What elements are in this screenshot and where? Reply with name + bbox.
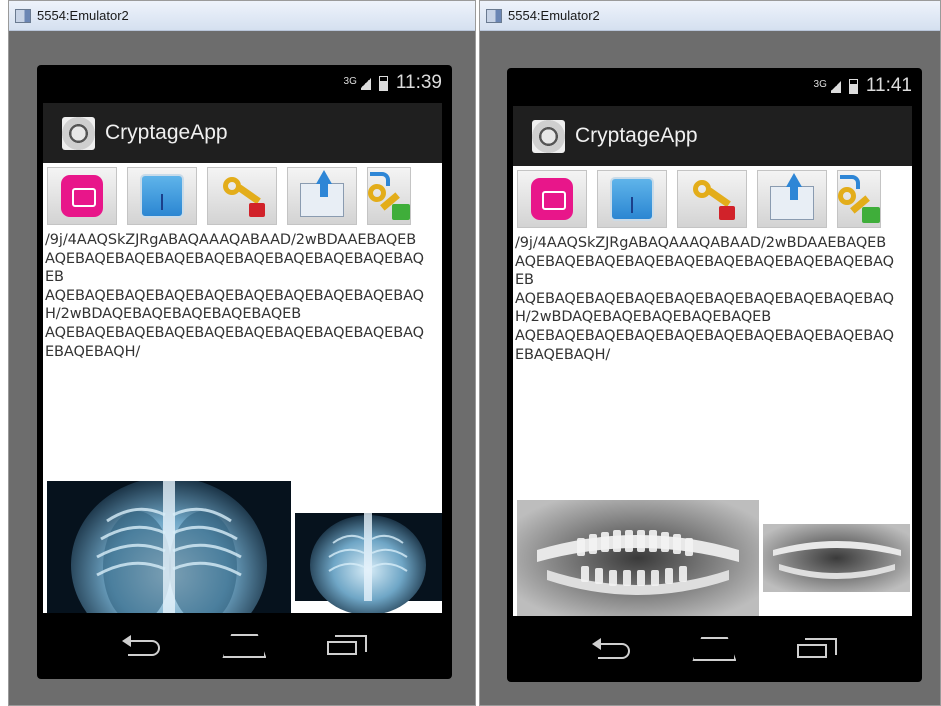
status-bar: 3G 11:41 — [507, 68, 922, 104]
decrypt-button[interactable] — [367, 167, 411, 225]
chest-xray-original — [47, 481, 442, 613]
action-bar: CryptageApp — [513, 106, 912, 166]
decrypt-button[interactable] — [837, 170, 881, 228]
emulator-window-left: 5554:Emulator2 3G 11:39 CryptageApp /9j/… — [8, 0, 476, 706]
gallery-icon — [140, 174, 184, 218]
encrypt-button[interactable] — [677, 170, 747, 228]
battery-icon — [848, 78, 858, 94]
window-title: 5554:Emulator2 — [37, 8, 129, 23]
toolbar — [43, 163, 442, 225]
app-screen: CryptageApp /9j/4AAQSkZJRgABAQAAAQABAAD/… — [43, 103, 442, 613]
camera-icon — [61, 175, 103, 217]
navigation-bar — [37, 613, 452, 679]
signal-icon — [360, 76, 371, 90]
gallery-button[interactable] — [127, 167, 197, 225]
send-mail-button[interactable] — [757, 170, 827, 228]
android-device: 3G 11:39 CryptageApp /9j/4AAQSkZJRgABAQA… — [37, 65, 452, 679]
send-mail-icon — [300, 170, 344, 217]
gallery-button[interactable] — [597, 170, 667, 228]
battery-icon — [378, 75, 388, 91]
app-title: CryptageApp — [105, 121, 228, 144]
emulator-icon — [15, 8, 31, 23]
app-logo-icon[interactable] — [62, 116, 95, 150]
back-icon[interactable] — [122, 635, 162, 657]
decrypt-keys-icon — [838, 175, 880, 223]
home-icon[interactable] — [692, 637, 736, 661]
app-title: CryptageApp — [575, 124, 698, 147]
back-icon[interactable] — [592, 638, 632, 660]
window-titlebar[interactable]: 5554:Emulator2 — [9, 1, 475, 31]
app-logo-icon[interactable] — [532, 119, 565, 153]
emulator-icon — [486, 8, 502, 23]
window-title: 5554:Emulator2 — [508, 8, 600, 23]
encoded-text: /9j/4AAQSkZJRgABAQAAAQABAAD/2wBDAAEBAQEB… — [45, 232, 424, 360]
app-screen: CryptageApp /9j/4AAQSkZJRgABAQAAAQABAAD/… — [513, 106, 912, 616]
send-mail-button[interactable] — [287, 167, 357, 225]
dental-xray-original — [517, 500, 910, 616]
status-time: 11:41 — [865, 75, 912, 96]
gallery-icon — [610, 177, 654, 221]
emulator-window-right: 5554:Emulator2 3G 11:41 CryptageApp /9j/… — [479, 0, 941, 706]
signal-icon — [830, 79, 841, 93]
encrypt-keys-icon — [689, 176, 735, 222]
network-type: 3G — [343, 75, 357, 87]
android-device: 3G 11:41 CryptageApp /9j/4AAQSkZJRgABAQA… — [507, 68, 922, 682]
camera-button[interactable] — [517, 170, 587, 228]
network-type: 3G — [813, 78, 827, 90]
navigation-bar — [507, 616, 922, 682]
encrypt-button[interactable] — [207, 167, 277, 225]
recents-icon[interactable] — [326, 635, 367, 657]
window-titlebar[interactable]: 5554:Emulator2 — [480, 1, 940, 31]
encrypt-keys-icon — [219, 173, 265, 219]
status-time: 11:39 — [395, 72, 442, 93]
camera-icon — [531, 178, 573, 220]
home-icon[interactable] — [222, 634, 266, 658]
toolbar — [513, 166, 912, 228]
status-bar: 3G 11:39 — [37, 65, 452, 101]
recents-icon[interactable] — [796, 638, 837, 660]
encoded-text: /9j/4AAQSkZJRgABAQAAAQABAAD/2wBDAAEBAQEB… — [515, 235, 894, 363]
action-bar: CryptageApp — [43, 103, 442, 163]
camera-button[interactable] — [47, 167, 117, 225]
decrypt-keys-icon — [368, 172, 410, 220]
send-mail-icon — [770, 173, 814, 220]
